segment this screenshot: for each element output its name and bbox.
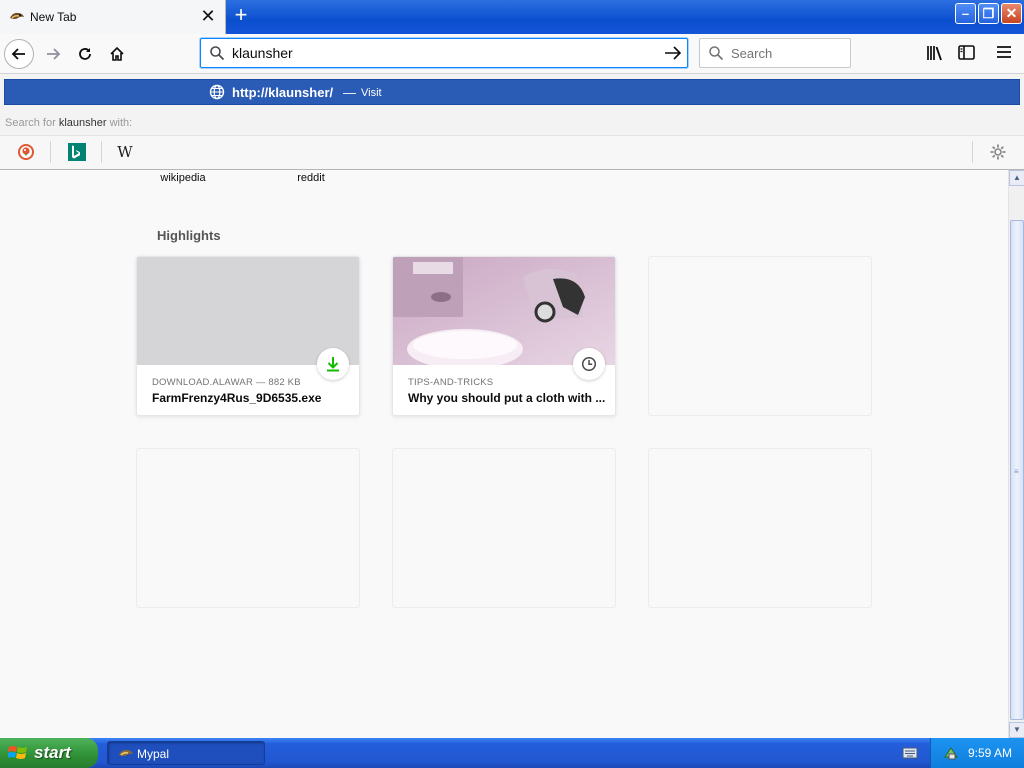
new-tab-button[interactable]: + <box>230 4 252 28</box>
download-icon <box>327 357 339 372</box>
one-off-search-engines: W <box>0 135 1024 169</box>
engine-separator <box>50 141 51 163</box>
windows-taskbar: start Mypal 9:59 AM <box>0 738 1024 768</box>
suggestion-url-prefix: http:// <box>232 85 269 100</box>
tab-close-icon[interactable]: ✕ <box>198 6 218 26</box>
taskbar-item-mypal[interactable]: Mypal <box>107 741 265 765</box>
suggestion-url-host: klaunsher <box>268 85 330 100</box>
highlight-placeholder <box>392 448 616 608</box>
clock-icon <box>581 356 597 372</box>
sidebar-icon[interactable] <box>958 45 975 60</box>
card-title: Why you should put a cloth with ... <box>408 391 606 405</box>
suggestion-action: Visit <box>361 87 382 99</box>
tab-title: New Tab <box>30 10 77 24</box>
highlight-placeholder <box>648 448 872 608</box>
engine-separator <box>101 141 102 163</box>
search-placeholder: Search <box>731 46 773 61</box>
history-badge <box>573 348 605 380</box>
engine-separator <box>972 141 973 163</box>
home-button[interactable] <box>102 39 132 69</box>
navigation-toolbar: klaunsher Search <box>0 34 1024 74</box>
taskbar-item-label: Mypal <box>137 747 170 761</box>
reload-icon <box>79 48 91 60</box>
card-context: TIPS-AND-TRICKS <box>408 377 494 388</box>
duckduckgo-icon[interactable] <box>17 143 35 161</box>
arrow-left-icon <box>11 48 25 60</box>
card-title: FarmFrenzy4Rus_9D6535.exe <box>152 391 322 405</box>
search-icon <box>210 46 225 61</box>
tab-new-tab[interactable]: New Tab ✕ <box>0 0 226 34</box>
url-bar[interactable]: klaunsher <box>200 38 688 68</box>
search-for-suffix: with: <box>106 117 133 129</box>
suggestion-url: http://klaunsher/ <box>232 85 333 100</box>
back-button[interactable] <box>4 39 34 69</box>
mypal-favicon-icon <box>10 12 24 19</box>
globe-icon <box>209 84 225 100</box>
top-site-wikipedia-label[interactable]: wikipedia <box>138 172 228 184</box>
go-arrow-icon[interactable] <box>663 44 683 62</box>
new-tab-content: wikipedia reddit Highlights DOWNLOAD.ALA… <box>0 170 1008 738</box>
scrollbar-grip: ≡ <box>1014 467 1019 476</box>
keyboard-icon[interactable] <box>902 746 918 760</box>
minimize-button[interactable]: – <box>955 3 976 24</box>
title-bar: New Tab ✕ + – ❐ ✕ <box>0 0 1024 34</box>
url-input[interactable]: klaunsher <box>232 45 293 61</box>
reload-button[interactable] <box>70 39 100 69</box>
scroll-down-button[interactable]: ▼ <box>1009 722 1024 738</box>
visit-suggestion[interactable]: http://klaunsher/ — Visit <box>4 79 1020 105</box>
download-badge <box>317 348 349 380</box>
clock: 9:59 AM <box>968 746 1013 760</box>
gear-icon[interactable] <box>989 143 1007 161</box>
url-autocomplete-popup: http://klaunsher/ — Visit Search for kla… <box>0 74 1024 170</box>
close-window-button[interactable]: ✕ <box>1001 3 1022 24</box>
search-icon <box>709 46 724 61</box>
search-bar[interactable]: Search <box>699 38 851 68</box>
search-for-query: klaunsher <box>58 117 107 129</box>
suggestion-url-suffix: / <box>329 85 334 100</box>
card-context: DOWNLOAD.ALAWAR — 882 KB <box>152 377 301 388</box>
top-site-reddit-label[interactable]: reddit <box>266 172 356 184</box>
highlights-heading: Highlights <box>157 228 221 243</box>
system-tray: 9:59 AM <box>930 738 1024 768</box>
arrow-right-icon <box>47 48 61 60</box>
hamburger-menu-icon[interactable] <box>996 45 1012 59</box>
highlight-card-article[interactable]: TIPS-AND-TRICKS Why you should put a clo… <box>392 256 616 416</box>
highlight-placeholder <box>648 256 872 416</box>
start-button[interactable]: start <box>0 738 98 768</box>
suggestion-separator: — <box>343 85 356 100</box>
library-icon[interactable] <box>926 45 944 61</box>
search-for-prefix: Search for <box>5 117 59 129</box>
wikipedia-icon[interactable]: W <box>116 143 134 161</box>
home-icon <box>110 46 124 61</box>
tray-app-icon[interactable] <box>943 745 959 761</box>
bing-icon[interactable] <box>68 143 86 161</box>
maximize-button[interactable]: ❐ <box>978 3 999 24</box>
highlight-placeholder <box>136 448 360 608</box>
search-for-label: Search for klaunsher with: <box>5 117 132 129</box>
scrollbar-thumb[interactable]: ≡ <box>1010 220 1024 720</box>
highlight-card-download[interactable]: DOWNLOAD.ALAWAR — 882 KB FarmFrenzy4Rus_… <box>136 256 360 416</box>
forward-button[interactable] <box>38 39 68 69</box>
scroll-up-button[interactable]: ▲ <box>1009 170 1024 186</box>
start-label: start <box>34 743 71 762</box>
windows-logo-icon <box>8 746 27 759</box>
vertical-scrollbar[interactable]: ▲ ≡ ▼ <box>1008 170 1024 738</box>
mypal-app-icon <box>119 749 133 756</box>
